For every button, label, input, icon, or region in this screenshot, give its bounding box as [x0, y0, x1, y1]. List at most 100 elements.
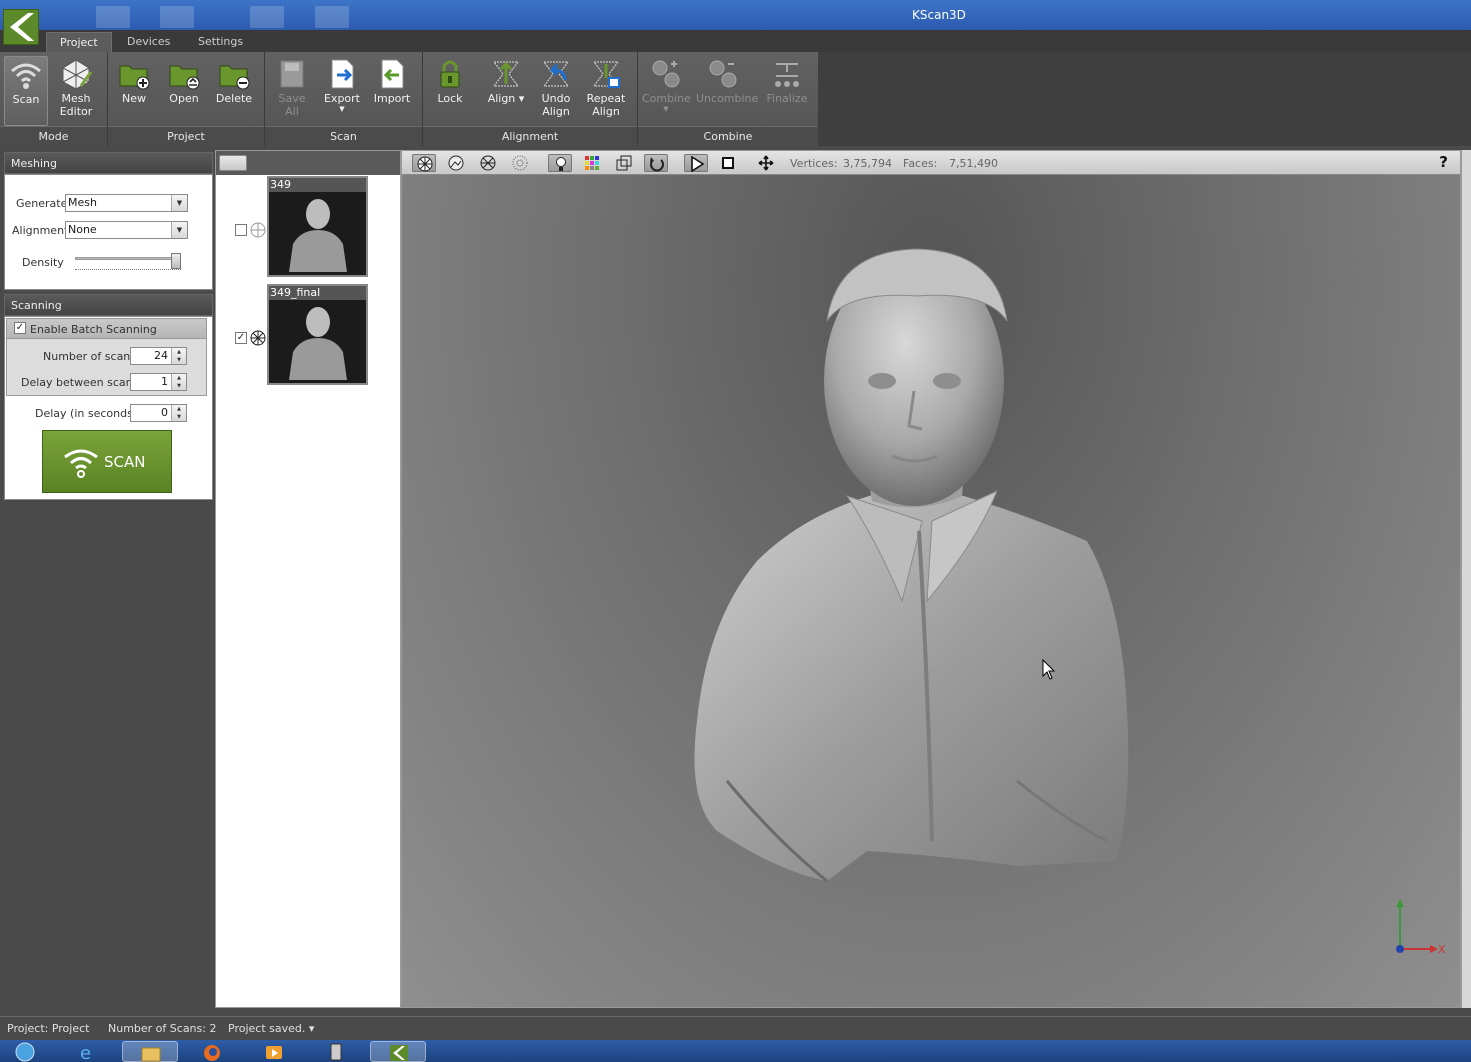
- batch-scanning-checkbox[interactable]: ✓: [14, 322, 26, 334]
- lock-label: Lock: [437, 92, 463, 105]
- repeat-align-button[interactable]: Repeat Align: [584, 56, 628, 126]
- scan-thumbnail[interactable]: 349: [267, 176, 368, 277]
- spinner-arrows-icon[interactable]: ▲ ▼: [171, 374, 186, 390]
- group-label-project: Project: [108, 126, 264, 146]
- align-icon: [493, 61, 519, 87]
- 3d-viewport[interactable]: Vertices: 3,75,794 Faces: 7,51,490 ? X: [401, 150, 1461, 1008]
- scan-list-panel: 349 ✓ 349_final: [215, 150, 401, 1008]
- move-icon[interactable]: [754, 154, 778, 172]
- background-window-icon: [160, 6, 194, 28]
- lighting-icon[interactable]: [548, 154, 572, 172]
- scan-visible-checkbox[interactable]: [235, 224, 247, 236]
- mesh-solid-icon: [250, 330, 266, 346]
- status-project: Project: Project: [7, 1022, 90, 1035]
- density-slider[interactable]: [75, 253, 185, 277]
- finalize-button[interactable]: Finalize: [764, 56, 810, 126]
- play-icon[interactable]: [684, 154, 708, 172]
- scan-visible-checkbox[interactable]: ✓: [235, 332, 247, 344]
- ribbon-empty-area: [818, 52, 1471, 146]
- ribbon-tab-strip: Project Devices Settings: [0, 30, 1471, 52]
- help-button[interactable]: ?: [1439, 153, 1448, 171]
- wireframe-view-icon[interactable]: [476, 154, 500, 172]
- status-saved[interactable]: Project saved. ▾: [228, 1022, 314, 1035]
- combine-label: Combine: [642, 92, 691, 105]
- firefox-icon[interactable]: [184, 1041, 240, 1062]
- generate-select[interactable]: Mesh ▼: [65, 194, 188, 212]
- new-project-button[interactable]: New: [112, 56, 156, 126]
- background-window-icon: [96, 6, 130, 28]
- wifi-scan-icon: [11, 63, 41, 89]
- kscan-logo-icon[interactable]: [3, 9, 39, 45]
- folder-new-icon: [119, 65, 150, 90]
- start-button[interactable]: [0, 1041, 50, 1062]
- kscan3d-taskbar-icon[interactable]: [370, 1041, 426, 1062]
- file-explorer-icon[interactable]: [122, 1041, 178, 1062]
- number-of-scans-label: Number of scans: [43, 350, 137, 363]
- alignment-select[interactable]: None ▼: [65, 221, 188, 239]
- spinner-arrows-icon[interactable]: ▲ ▼: [171, 348, 186, 364]
- svg-text:e: e: [80, 1043, 91, 1061]
- mesh-editor-button[interactable]: Mesh Editor: [54, 56, 98, 126]
- scan-mode-label: Scan: [12, 93, 40, 106]
- texture-view-icon[interactable]: [444, 154, 468, 172]
- scan-preview-image: [289, 307, 347, 380]
- 3d-scan-model[interactable]: [687, 241, 1137, 901]
- import-icon: [381, 59, 404, 89]
- number-of-scans-value: 24: [154, 349, 168, 362]
- import-button[interactable]: Import: [370, 56, 414, 126]
- tab-devices[interactable]: Devices: [114, 32, 183, 52]
- color-map-icon[interactable]: [580, 154, 604, 172]
- group-label-combine: Combine: [638, 126, 818, 146]
- point-cloud-view-icon[interactable]: [508, 154, 532, 172]
- number-of-scans-input[interactable]: 24 ▲ ▼: [130, 347, 187, 365]
- rotate-icon[interactable]: [644, 154, 668, 172]
- bounding-box-icon[interactable]: [612, 154, 636, 172]
- scanning-section-title[interactable]: Scanning: [4, 294, 213, 316]
- scan-thumbnail[interactable]: 349_final: [267, 284, 368, 385]
- density-slider-track: [75, 257, 181, 260]
- status-bar: Project: Project Number of Scans: 2 Proj…: [0, 1016, 1471, 1040]
- mesh-wireframe-icon: [250, 222, 266, 238]
- stop-icon[interactable]: [716, 154, 740, 172]
- device-icon[interactable]: [308, 1041, 364, 1062]
- lock-icon: [440, 60, 460, 88]
- repeat-align-icon: [593, 61, 620, 88]
- lock-button[interactable]: Lock: [428, 56, 472, 126]
- mesh-editor-label-2: Editor: [59, 105, 93, 118]
- solid-view-icon[interactable]: [412, 154, 436, 172]
- media-player-icon[interactable]: [246, 1041, 302, 1062]
- repeat-align-label-2: Align: [592, 105, 620, 118]
- combine-icon: [652, 60, 680, 88]
- export-button[interactable]: Export ▼: [320, 56, 364, 126]
- chevron-down-icon: ▼: [171, 222, 187, 238]
- scan-mode-button[interactable]: Scan: [4, 56, 48, 126]
- right-scrollbar[interactable]: [1461, 150, 1471, 1008]
- spinner-arrows-icon[interactable]: ▲ ▼: [171, 405, 186, 421]
- combine-button[interactable]: Combine ▼: [642, 56, 691, 126]
- tab-project[interactable]: Project: [46, 32, 112, 52]
- meshing-section-title[interactable]: Meshing: [4, 152, 213, 174]
- uncombine-button[interactable]: Uncombine: [696, 56, 758, 126]
- scan-button[interactable]: SCAN: [42, 430, 172, 493]
- undo-align-icon: [543, 61, 569, 87]
- image-view-icon[interactable]: [219, 155, 247, 171]
- save-all-button[interactable]: Save All: [270, 56, 314, 126]
- background-window-icon: [315, 6, 349, 28]
- delay-between-scans-input[interactable]: 1 ▲ ▼: [130, 373, 187, 391]
- undo-align-button[interactable]: Undo Align: [534, 56, 578, 126]
- align-button[interactable]: Align ▾: [484, 56, 528, 126]
- density-slider-ticks: [75, 269, 181, 272]
- delay-input[interactable]: 0 ▲ ▼: [130, 404, 187, 422]
- open-project-button[interactable]: Open: [162, 56, 206, 126]
- scan-list-toolbar: [216, 151, 400, 175]
- chevron-down-icon: ▼: [171, 195, 187, 211]
- density-slider-thumb[interactable]: [171, 253, 181, 269]
- delete-project-button[interactable]: Delete: [212, 56, 256, 126]
- delay-between-scans-label: Delay between scans: [21, 376, 139, 389]
- mouse-cursor-icon: [1042, 659, 1056, 680]
- undo-align-label-1: Undo: [541, 92, 571, 105]
- tab-settings[interactable]: Settings: [185, 32, 256, 52]
- alignment-select-value: None: [68, 223, 97, 236]
- status-saved-text: Project saved.: [228, 1022, 306, 1035]
- internet-explorer-icon[interactable]: e: [60, 1041, 116, 1062]
